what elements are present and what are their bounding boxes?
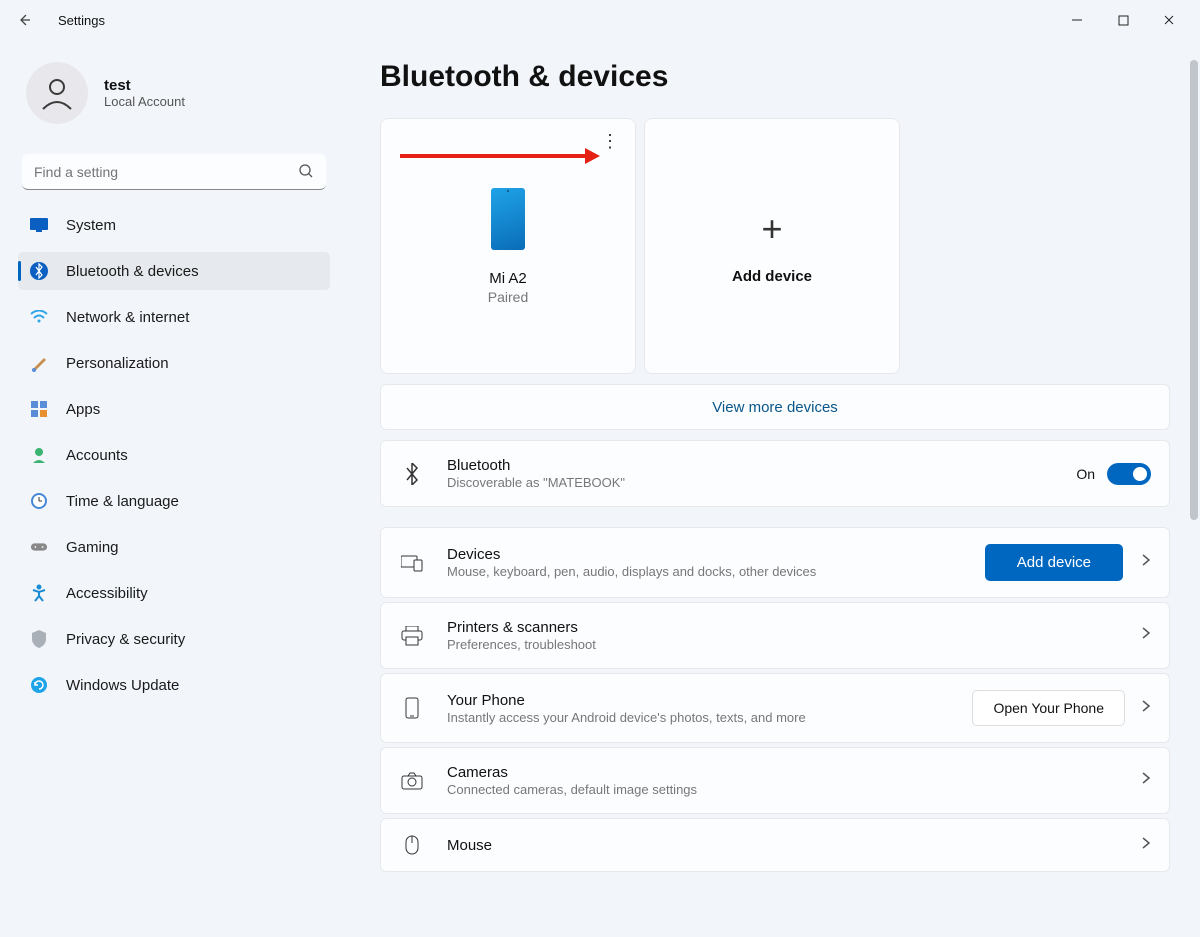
nav-label: Personalization: [66, 355, 169, 372]
search-icon: [298, 163, 314, 184]
bluetooth-icon: [399, 463, 425, 485]
device-name: Mi A2: [489, 270, 527, 287]
sidebar-item-bluetooth-devices[interactable]: Bluetooth & devices: [18, 252, 330, 290]
devices-icon: [399, 554, 425, 572]
devices-row[interactable]: Devices Mouse, keyboard, pen, audio, dis…: [380, 527, 1170, 598]
nav-label: Bluetooth & devices: [66, 263, 199, 280]
open-your-phone-button[interactable]: Open Your Phone: [972, 690, 1125, 726]
profile-sub: Local Account: [104, 94, 185, 109]
sidebar-item-accounts[interactable]: Accounts: [18, 436, 330, 474]
add-device-card[interactable]: + Add device: [644, 118, 900, 374]
row-title: Mouse: [447, 837, 1137, 854]
sidebar-item-privacy[interactable]: Privacy & security: [18, 620, 330, 658]
row-sub: Preferences, troubleshoot: [447, 637, 1137, 652]
chevron-right-icon: [1141, 836, 1151, 855]
bluetooth-toggle-row[interactable]: Bluetooth Discoverable as "MATEBOOK" On: [380, 440, 1170, 507]
apps-icon: [30, 400, 48, 418]
mouse-icon: [399, 835, 425, 855]
title-bar: Settings: [0, 0, 1200, 40]
printer-icon: [399, 626, 425, 646]
bluetooth-toggle[interactable]: [1107, 463, 1151, 485]
chevron-right-icon: [1141, 699, 1151, 718]
maximize-button[interactable]: [1100, 4, 1146, 36]
device-status: Paired: [488, 289, 528, 305]
nav-label: Time & language: [66, 493, 179, 510]
window-title: Settings: [58, 13, 105, 28]
back-button[interactable]: [8, 4, 40, 36]
your-phone-row[interactable]: Your Phone Instantly access your Android…: [380, 673, 1170, 743]
bluetooth-sub: Discoverable as "MATEBOOK": [447, 475, 1076, 490]
printers-row[interactable]: Printers & scanners Preferences, trouble…: [380, 602, 1170, 669]
gamepad-icon: [30, 538, 48, 556]
row-sub: Connected cameras, default image setting…: [447, 782, 1137, 797]
row-sub: Instantly access your Android device's p…: [447, 710, 972, 725]
bluetooth-icon: [30, 262, 48, 280]
scrollbar[interactable]: [1190, 60, 1198, 520]
accessibility-icon: [30, 584, 48, 602]
profile-name: test: [104, 77, 185, 94]
toggle-state: On: [1076, 466, 1095, 482]
main-content: Bluetooth & devices ⋮ Mi A2 Paired + Add…: [340, 40, 1200, 937]
bluetooth-label: Bluetooth: [447, 457, 1076, 474]
chevron-right-icon: [1141, 771, 1151, 790]
page-title: Bluetooth & devices: [380, 60, 1178, 94]
chevron-right-icon: [1141, 553, 1151, 572]
search-input[interactable]: [22, 154, 326, 190]
paired-device-card[interactable]: ⋮ Mi A2 Paired: [380, 118, 636, 374]
nav-list: System Bluetooth & devices Network & int…: [18, 206, 330, 704]
phone-icon: [399, 697, 425, 719]
update-icon: [30, 676, 48, 694]
wifi-icon: [30, 308, 48, 326]
profile-section[interactable]: test Local Account: [18, 56, 330, 144]
view-more-devices-button[interactable]: View more devices: [380, 384, 1170, 430]
row-title: Your Phone: [447, 692, 972, 709]
plus-icon: +: [761, 208, 782, 250]
phone-icon: [491, 188, 525, 250]
sidebar-item-apps[interactable]: Apps: [18, 390, 330, 428]
chevron-right-icon: [1141, 626, 1151, 645]
sidebar: test Local Account System Bluetooth & de…: [0, 40, 340, 937]
sidebar-item-time-language[interactable]: Time & language: [18, 482, 330, 520]
row-title: Cameras: [447, 764, 1137, 781]
more-options-icon[interactable]: ⋮: [601, 131, 619, 152]
shield-icon: [30, 630, 48, 648]
nav-label: Accounts: [66, 447, 128, 464]
nav-label: Apps: [66, 401, 100, 418]
add-device-button[interactable]: Add device: [985, 544, 1123, 581]
sidebar-item-personalization[interactable]: Personalization: [18, 344, 330, 382]
clock-icon: [30, 492, 48, 510]
nav-label: Gaming: [66, 539, 119, 556]
row-title: Printers & scanners: [447, 619, 1137, 636]
brush-icon: [30, 354, 48, 372]
nav-label: Network & internet: [66, 309, 189, 326]
row-title: Devices: [447, 546, 985, 563]
sidebar-item-network[interactable]: Network & internet: [18, 298, 330, 336]
add-device-label: Add device: [732, 268, 812, 285]
nav-label: Windows Update: [66, 677, 179, 694]
close-button[interactable]: [1146, 4, 1192, 36]
minimize-button[interactable]: [1054, 4, 1100, 36]
nav-label: Privacy & security: [66, 631, 185, 648]
sidebar-item-windows-update[interactable]: Windows Update: [18, 666, 330, 704]
sidebar-item-accessibility[interactable]: Accessibility: [18, 574, 330, 612]
row-sub: Mouse, keyboard, pen, audio, displays an…: [447, 564, 985, 579]
sidebar-item-gaming[interactable]: Gaming: [18, 528, 330, 566]
mouse-row[interactable]: Mouse: [380, 818, 1170, 872]
nav-label: System: [66, 217, 116, 234]
camera-icon: [399, 772, 425, 790]
nav-label: Accessibility: [66, 585, 148, 602]
system-icon: [30, 216, 48, 234]
accounts-icon: [30, 446, 48, 464]
avatar: [26, 62, 88, 124]
cameras-row[interactable]: Cameras Connected cameras, default image…: [380, 747, 1170, 814]
sidebar-item-system[interactable]: System: [18, 206, 330, 244]
